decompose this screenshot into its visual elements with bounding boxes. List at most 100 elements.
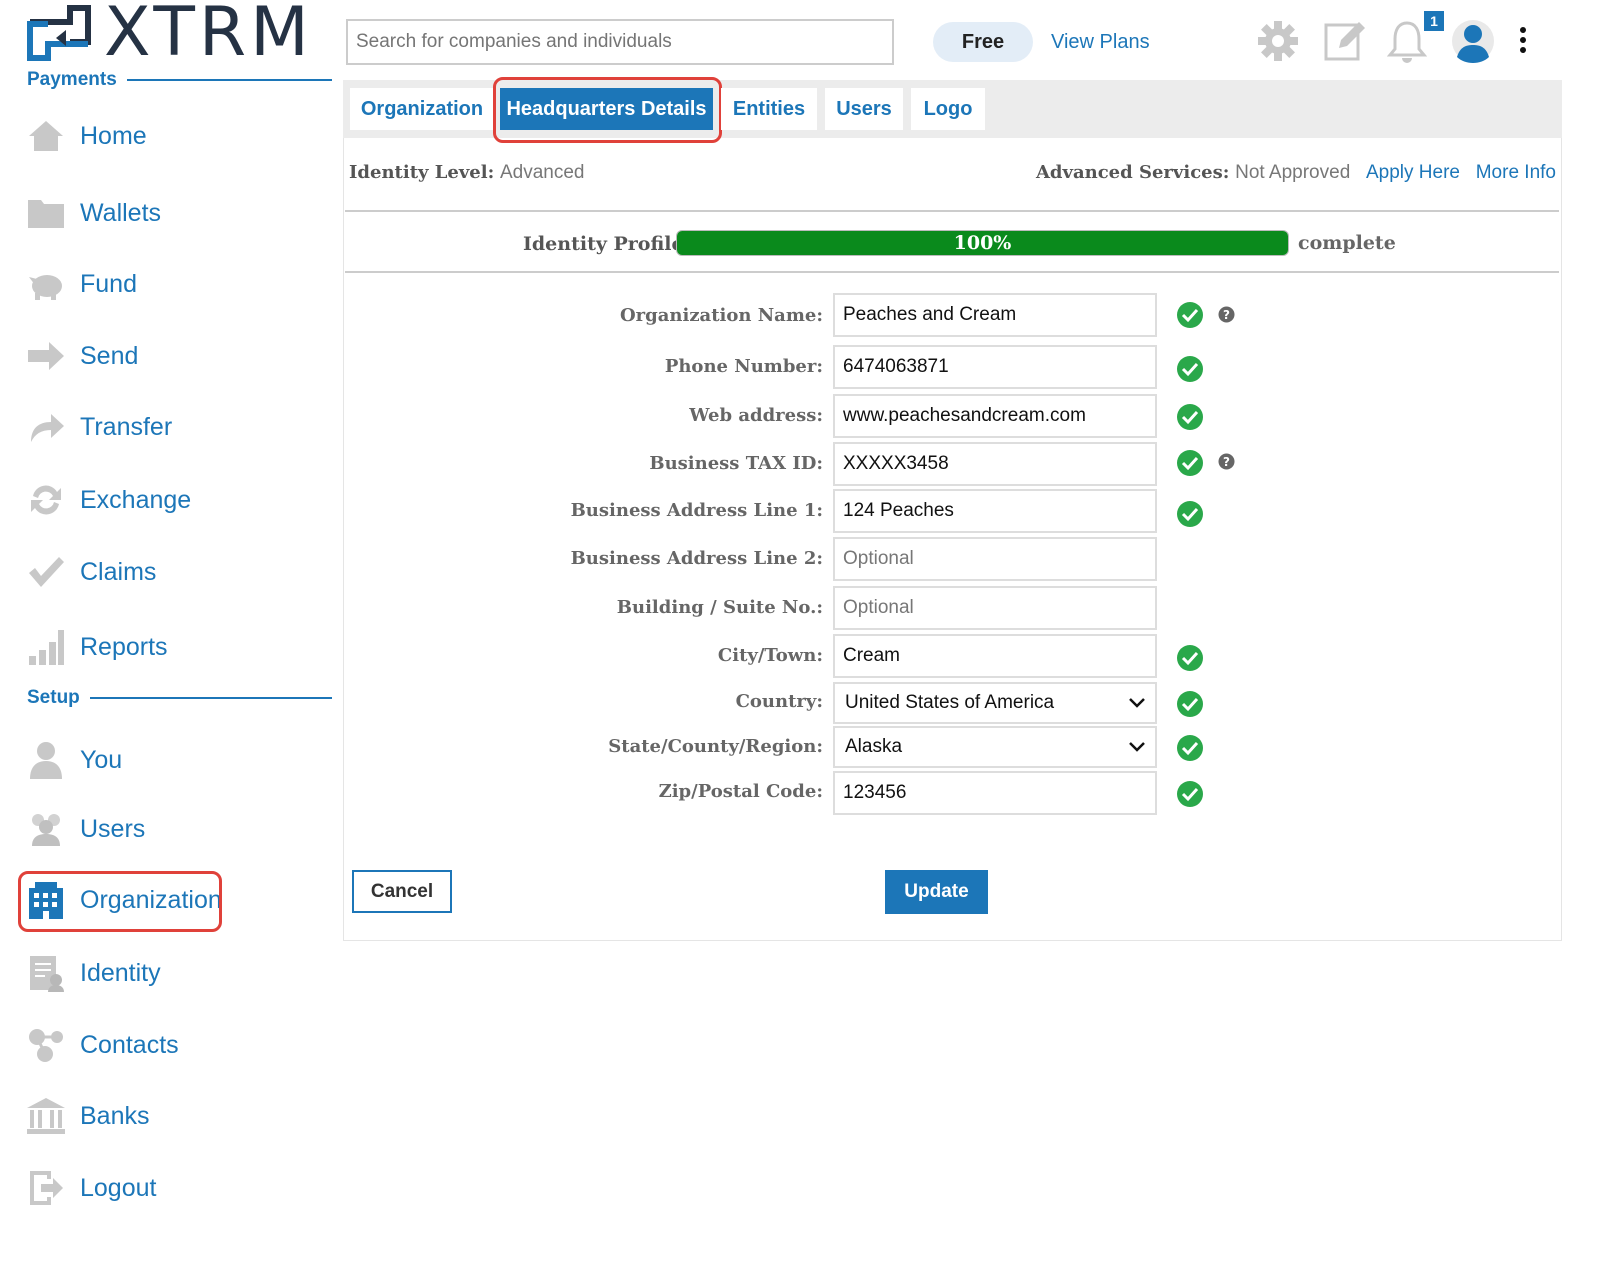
section-setup: Setup: [27, 687, 332, 709]
tab-users[interactable]: Users: [825, 88, 903, 130]
web-address-field[interactable]: [833, 394, 1157, 438]
advanced-services-label: Advanced Services:: [1035, 162, 1230, 183]
tab-organization[interactable]: Organization: [350, 88, 494, 130]
edit-icon[interactable]: [1321, 18, 1367, 64]
state-value: Alaska: [845, 736, 903, 757]
phone-number-field[interactable]: [833, 345, 1157, 389]
sidebar-item-label: Fund: [80, 269, 137, 298]
logout-icon: [26, 1168, 66, 1208]
sidebar-item-label: Send: [80, 341, 139, 370]
identity-progress-bar: 100%: [676, 230, 1289, 256]
business-tax-id-field[interactable]: [833, 442, 1157, 486]
id-card-icon: [26, 953, 66, 993]
verified-check-icon: [1177, 356, 1203, 382]
sidebar-item-label: Logout: [80, 1173, 157, 1202]
city-town-label: City/Town:: [717, 645, 823, 666]
address-line-1-field[interactable]: [833, 489, 1157, 533]
verified-check-icon: [1177, 450, 1203, 476]
advanced-services: Advanced Services: Not Approved Apply He…: [1036, 162, 1556, 184]
sidebar-item-label: Transfer: [80, 412, 173, 441]
city-town-field[interactable]: [833, 634, 1157, 678]
help-icon[interactable]: ?: [1218, 453, 1235, 470]
sidebar-item-identity[interactable]: Identity: [26, 950, 161, 996]
sidebar-item-label: Home: [80, 121, 147, 150]
identity-level-value: Advanced: [499, 162, 585, 183]
help-icon[interactable]: ?: [1218, 306, 1235, 323]
building-suite-field[interactable]: [833, 586, 1157, 630]
state-select[interactable]: Alaska: [833, 726, 1157, 768]
sidebar-item-label: Banks: [80, 1101, 150, 1130]
sidebar-item-fund[interactable]: Fund: [26, 261, 137, 307]
zip-postal-field[interactable]: [833, 771, 1157, 815]
address-line-2-field[interactable]: [833, 537, 1157, 581]
country-value: United States of America: [845, 692, 1055, 713]
checkmark-icon: [26, 552, 66, 592]
svg-text:?: ?: [1223, 308, 1230, 322]
web-address-label: Web address:: [689, 405, 823, 426]
country-select[interactable]: United States of America: [833, 682, 1157, 724]
more-info-link[interactable]: More Info: [1476, 162, 1556, 183]
sidebar-item-send[interactable]: Send: [26, 333, 138, 379]
divider: [126, 79, 332, 81]
organization-name-field[interactable]: [833, 293, 1157, 337]
verified-check-icon: [1177, 501, 1203, 527]
identity-profile-label: Identity Profile: [523, 233, 684, 255]
address-line-2-label: Business Address Line 2:: [570, 548, 823, 569]
progress-suffix: complete: [1298, 232, 1396, 254]
verified-check-icon: [1177, 691, 1203, 717]
search-input[interactable]: [346, 19, 894, 65]
folder-icon: [26, 193, 66, 233]
brand-name: XTRM: [104, 0, 313, 72]
avatar[interactable]: [1450, 18, 1496, 64]
sidebar-item-logout[interactable]: Logout: [26, 1165, 156, 1211]
view-plans-link[interactable]: View Plans: [1051, 31, 1150, 54]
user-icon: [26, 740, 66, 780]
bank-icon: [26, 1096, 66, 1136]
gear-icon[interactable]: [1255, 18, 1301, 64]
apply-here-link[interactable]: Apply Here: [1366, 162, 1460, 183]
verified-check-icon: [1177, 645, 1203, 671]
home-icon: [26, 116, 66, 156]
identity-level: Identity Level: Advanced: [349, 162, 585, 184]
chevron-down-icon: [1129, 698, 1145, 708]
update-button[interactable]: Update: [885, 870, 988, 914]
contacts-icon: [26, 1025, 66, 1065]
sidebar-item-wallets[interactable]: Wallets: [26, 190, 161, 236]
sidebar-item-reports[interactable]: Reports: [26, 624, 168, 670]
sidebar-item-label: Contacts: [80, 1030, 179, 1059]
tab-logo[interactable]: Logo: [911, 88, 985, 130]
sidebar-item-claims[interactable]: Claims: [26, 549, 156, 595]
chevron-down-icon: [1129, 742, 1145, 752]
notification-badge: 1: [1424, 11, 1444, 31]
tab-entities[interactable]: Entities: [721, 88, 817, 130]
sidebar-item-label: Claims: [80, 557, 157, 586]
cancel-button[interactable]: Cancel: [352, 870, 452, 913]
divider: [345, 271, 1559, 273]
sidebar-item-you[interactable]: You: [26, 737, 122, 783]
section-label: Payments: [27, 69, 117, 90]
address-line-1-label: Business Address Line 1:: [570, 500, 823, 521]
sidebar-item-users[interactable]: Users: [26, 806, 145, 852]
bar-chart-icon: [26, 627, 66, 667]
section-payments: Payments: [27, 69, 332, 91]
more-vertical-icon[interactable]: [1500, 18, 1546, 64]
sidebar-item-label: Wallets: [80, 198, 162, 227]
verified-check-icon: [1177, 781, 1203, 807]
sidebar-item-banks[interactable]: Banks: [26, 1093, 149, 1139]
sidebar-item-label: Exchange: [80, 485, 192, 514]
sidebar-item-label: Identity: [80, 958, 161, 987]
sidebar-item-transfer[interactable]: Transfer: [26, 404, 172, 450]
divider: [89, 697, 332, 699]
sidebar-item-exchange[interactable]: Exchange: [26, 477, 191, 523]
logo-mark-icon: [27, 5, 91, 61]
svg-text:?: ?: [1223, 455, 1230, 469]
sidebar-item-home[interactable]: Home: [26, 113, 147, 159]
highlight-organization: [18, 871, 222, 932]
sidebar-item-contacts[interactable]: Contacts: [26, 1022, 179, 1068]
advanced-services-value: Not Approved: [1235, 162, 1351, 183]
zip-postal-label: Zip/Postal Code:: [658, 781, 823, 802]
business-tax-id-label: Business TAX ID:: [649, 453, 823, 474]
plan-badge[interactable]: Free: [933, 22, 1033, 62]
progress-fill: 100%: [677, 231, 1288, 255]
verified-check-icon: [1177, 404, 1203, 430]
